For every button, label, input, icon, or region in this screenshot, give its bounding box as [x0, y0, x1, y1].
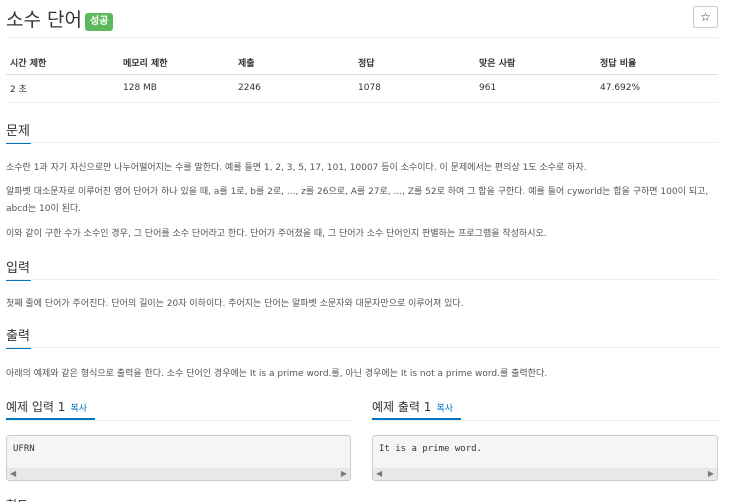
horizontal-scrollbar[interactable]: ◀ ▶ — [7, 468, 350, 480]
status-badge: 성공 — [85, 13, 114, 31]
table-header-row: 시간 제한 메모리 제한 제출 정답 맞은 사람 정답 비율 — [6, 52, 718, 75]
example-input-box[interactable]: UFRN ◀ ▶ — [6, 435, 351, 481]
section-title-input: 입력 — [6, 257, 31, 281]
column-header-memory-limit: 메모리 제한 — [119, 52, 234, 75]
section-title-problem-text: 문제 — [6, 124, 30, 139]
example-output-box[interactable]: It is a prime word. ◀ ▶ — [372, 435, 718, 481]
problem-info-table: 시간 제한 메모리 제한 제출 정답 맞은 사람 정답 비율 2 초 128 M… — [6, 52, 718, 103]
example-input-code: UFRN — [13, 444, 35, 454]
column-header-time-limit: 시간 제한 — [6, 52, 119, 75]
ratio-value: 47.692% — [596, 74, 718, 103]
problem-description-p3: 이와 같이 구한 수가 소수인 경우, 그 단어를 소수 단어라고 한다. 단어… — [6, 229, 547, 239]
scroll-left-icon[interactable]: ◀ — [376, 469, 382, 479]
example-input-divider — [6, 420, 351, 421]
horizontal-scrollbar[interactable]: ◀ ▶ — [373, 468, 717, 480]
column-header-ratio: 정답 비율 — [596, 52, 718, 75]
example-output-code: It is a prime word. — [379, 444, 482, 454]
table-row: 2 초 128 MB 2246 1078 961 47.692% — [6, 74, 718, 103]
time-limit-value: 2 초 — [6, 74, 119, 103]
copy-output-button[interactable]: 복사 — [436, 404, 453, 414]
copy-input-button[interactable]: 복사 — [70, 404, 87, 414]
scroll-right-icon[interactable]: ▶ — [341, 469, 347, 479]
scroll-left-icon[interactable]: ◀ — [10, 469, 16, 479]
output-description: 아래의 예제와 같은 형식으로 출력을 한다. 소수 단어인 경우에는 It i… — [6, 369, 548, 379]
input-description: 첫째 줄에 단어가 주어진다. 단어의 길이는 20자 이하이다. 주어지는 단… — [6, 299, 464, 309]
problem-description-p2: 알파벳 대소문자로 이루어진 영어 단어가 하나 있을 때, a를 1로, b를… — [6, 187, 709, 214]
submissions-value: 2246 — [234, 74, 354, 103]
problem-description-p1: 소수란 1과 자기 자신으로만 나누어떨어지는 수를 말한다. 예를 들면 1,… — [6, 163, 587, 173]
section-divider — [6, 142, 718, 143]
star-icon: ☆ — [700, 10, 711, 24]
page-title: 소수 단어 — [6, 9, 82, 31]
example-input-title: 예제 입력 1 복사 — [6, 398, 87, 415]
accepted-value: 1078 — [354, 74, 475, 103]
example-input-title-text: 예제 입력 1 — [6, 400, 66, 414]
scroll-right-icon[interactable]: ▶ — [708, 469, 714, 479]
example-output-title-text: 예제 출력 1 — [372, 400, 432, 414]
column-header-solvers: 맞은 사람 — [475, 52, 596, 75]
section-divider — [6, 347, 718, 348]
column-header-submissions: 제출 — [234, 52, 354, 75]
section-title-hint-partial: 힌트 — [6, 496, 28, 502]
section-divider — [6, 279, 718, 280]
solvers-value: 961 — [475, 74, 596, 103]
example-output-title: 예제 출력 1 복사 — [372, 398, 453, 415]
section-title-input-text: 입력 — [6, 261, 30, 276]
example-output-divider — [372, 420, 718, 421]
star-button[interactable]: ☆ — [693, 6, 718, 28]
column-header-accepted: 정답 — [354, 52, 475, 75]
section-title-output: 출력 — [6, 325, 31, 349]
section-title-output-text: 출력 — [6, 329, 30, 344]
section-title-problem: 문제 — [6, 120, 31, 144]
memory-limit-value: 128 MB — [119, 74, 234, 103]
problem-header: 소수 단어 성공 ☆ — [6, 4, 718, 38]
